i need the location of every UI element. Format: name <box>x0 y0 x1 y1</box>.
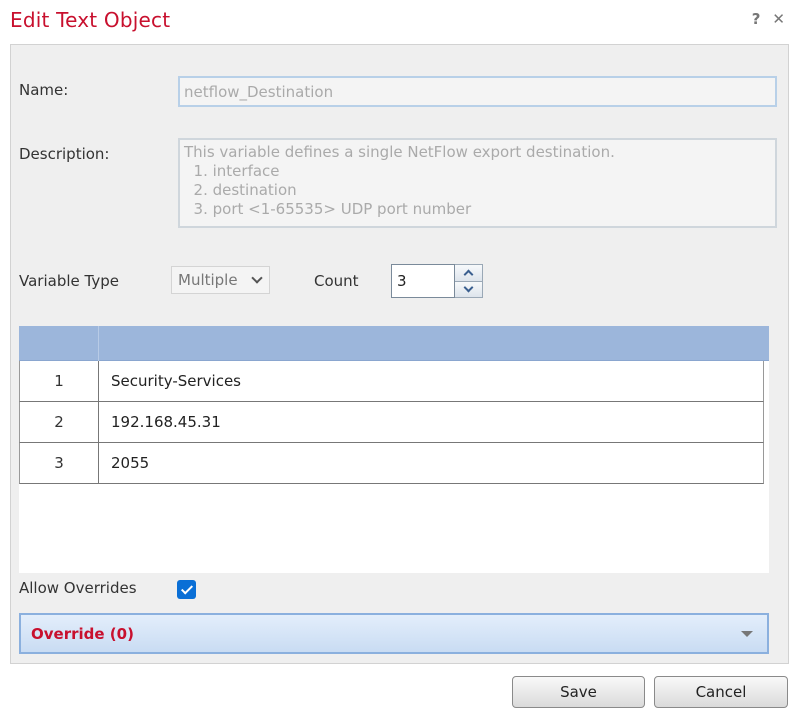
form-panel: Name: Description: This variable defines… <box>10 44 789 664</box>
row-index: 3 <box>20 443 99 483</box>
chevron-up-icon <box>463 269 474 280</box>
count-decrement-button[interactable] <box>455 280 482 297</box>
table-row[interactable]: 2 192.168.45.31 <box>19 402 764 443</box>
description-label: Description: <box>19 145 110 163</box>
allow-overrides-label: Allow Overrides <box>19 579 137 597</box>
count-spinner <box>455 264 483 298</box>
caret-down-icon <box>741 630 753 637</box>
row-value[interactable]: Security-Services <box>99 361 763 401</box>
name-label: Name: <box>19 81 69 99</box>
checkmark-icon <box>180 581 193 595</box>
count-input[interactable] <box>391 264 455 298</box>
count-stepper <box>391 264 483 298</box>
row-index: 2 <box>20 402 99 442</box>
description-field[interactable]: This variable defines a single NetFlow e… <box>178 138 777 228</box>
values-table: 1 Security-Services 2 192.168.45.31 3 20… <box>19 326 769 573</box>
help-icon[interactable]: ? <box>752 10 761 28</box>
row-index: 1 <box>20 361 99 401</box>
count-label: Count <box>314 272 359 290</box>
override-label: Override (0) <box>31 624 134 643</box>
dialog-title: Edit Text Object <box>10 8 171 32</box>
override-section-toggle[interactable]: Override (0) <box>19 613 769 654</box>
row-value[interactable]: 192.168.45.31 <box>99 402 763 442</box>
close-icon[interactable]: ✕ <box>772 10 785 28</box>
allow-overrides-checkbox[interactable] <box>177 580 196 599</box>
variable-type-value: Multiple <box>178 271 238 289</box>
table-header <box>19 326 769 361</box>
variable-type-label: Variable Type <box>19 272 119 290</box>
edit-text-object-dialog: Edit Text Object ? ✕ Name: Description: … <box>0 0 799 715</box>
variable-type-select[interactable]: Multiple <box>171 266 270 294</box>
table-body: 1 Security-Services 2 192.168.45.31 3 20… <box>19 361 764 484</box>
table-row[interactable]: 3 2055 <box>19 443 764 484</box>
chevron-down-icon <box>251 272 263 284</box>
save-button[interactable]: Save <box>512 676 645 708</box>
column-divider <box>98 326 99 361</box>
header-icons: ? ✕ <box>752 10 785 28</box>
row-value[interactable]: 2055 <box>99 443 763 483</box>
name-field[interactable] <box>178 76 777 107</box>
chevron-down-icon <box>463 282 474 293</box>
cancel-button[interactable]: Cancel <box>654 676 788 708</box>
count-increment-button[interactable] <box>455 265 482 281</box>
table-row[interactable]: 1 Security-Services <box>19 361 764 402</box>
